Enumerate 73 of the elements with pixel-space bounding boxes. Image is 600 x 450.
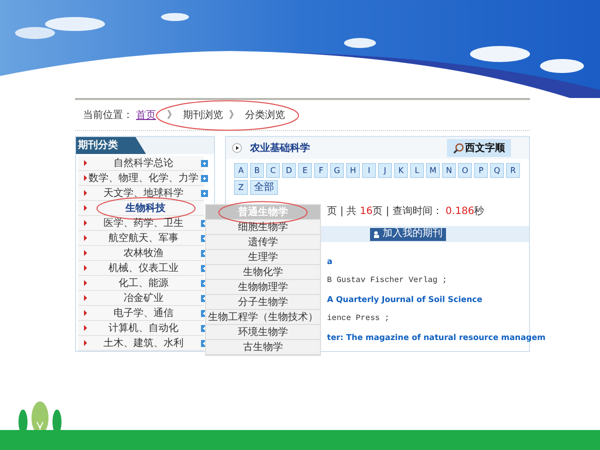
arrow-icon <box>84 250 87 256</box>
letter-button[interactable]: M <box>426 163 440 178</box>
breadcrumb-separator: 》 <box>229 108 239 122</box>
letter-button[interactable]: G <box>330 163 344 178</box>
submenu-item[interactable]: 细胞生物学 <box>206 220 320 235</box>
category-item[interactable]: 电子学、通信 <box>78 306 204 321</box>
arrow-icon <box>84 235 87 241</box>
letter-button[interactable]: J <box>378 163 392 178</box>
sidebar-title: 期刊分类 <box>76 137 146 154</box>
letter-button[interactable]: L <box>410 163 424 178</box>
arrow-icon <box>84 340 87 346</box>
journal-title-link[interactable]: a <box>327 252 332 271</box>
category-item[interactable]: 医学、药学、卫生 <box>78 216 204 231</box>
letter-button[interactable]: R <box>506 163 520 178</box>
category-item[interactable]: 机械、仪表工业 <box>78 261 204 276</box>
add-to-my-journals-button[interactable]: 加入我的期刊 <box>370 228 446 240</box>
letter-button[interactable]: E <box>298 163 312 178</box>
letter-button[interactable]: C <box>266 163 280 178</box>
letter-button[interactable]: 全部 <box>250 180 278 195</box>
category-item[interactable]: 化工、能源 <box>78 276 204 291</box>
letter-button[interactable]: Z <box>234 180 248 195</box>
arrow-icon <box>84 325 87 331</box>
breadcrumb-item: 期刊浏览 <box>183 108 223 122</box>
arrow-icon <box>84 265 87 271</box>
arrow-icon <box>84 295 87 301</box>
category-item[interactable]: 航空航天、军事 <box>78 231 204 246</box>
category-item[interactable]: 农林牧渔 <box>78 246 204 261</box>
letter-button[interactable]: A <box>234 163 248 178</box>
play-icon <box>232 143 242 153</box>
publisher-text: B Gustav Fischer Verlag ; <box>327 275 448 287</box>
breadcrumb-separator: 》 <box>167 108 177 122</box>
submenu-item[interactable]: 分子生物学 <box>206 295 320 310</box>
publisher-text: ience Press ; <box>327 313 390 325</box>
pagination-text: 页 | 共 16页 | 查询时间： 0.186秒 <box>327 204 486 219</box>
category-item[interactable]: 土木、建筑、水利 <box>78 336 204 351</box>
submenu-item[interactable]: 生物工程学（生物技术） <box>206 310 320 325</box>
submenu-item[interactable]: 古生物学 <box>206 340 320 355</box>
breadcrumb-link[interactable]: 首页 <box>136 108 156 122</box>
category-item[interactable]: 计算机、自动化 <box>78 321 204 336</box>
plus-icon[interactable] <box>201 160 208 166</box>
submenu-item[interactable]: 生物物理学 <box>206 280 320 295</box>
category-item[interactable]: 冶金矿业 <box>78 291 204 306</box>
journal-title-link[interactable]: ter: The magazine of natural resource managem <box>327 328 546 347</box>
panel-title: 农业基础科学 <box>250 142 310 156</box>
breadcrumb-item: 分类浏览 <box>245 108 285 122</box>
arrow-icon <box>84 160 87 166</box>
add-icon <box>372 230 380 238</box>
arrow-icon <box>84 205 87 211</box>
search-icon <box>453 142 464 154</box>
letter-button[interactable]: F <box>314 163 328 178</box>
letter-button[interactable]: Q <box>490 163 504 178</box>
letter-button[interactable]: O <box>458 163 472 178</box>
sort-tab[interactable]: 西文字顺 <box>447 139 511 157</box>
arrow-icon <box>84 190 87 196</box>
letter-button[interactable]: K <box>394 163 408 178</box>
submenu-item[interactable]: 生理学 <box>206 250 320 265</box>
journal-title-link[interactable]: A Quarterly Journal of Soil Science <box>327 290 482 309</box>
letter-button[interactable]: B <box>250 163 264 178</box>
arrow-icon <box>84 310 87 316</box>
submenu-item[interactable]: 环境生物学 <box>206 325 320 340</box>
plus-icon[interactable] <box>201 190 208 196</box>
letter-button[interactable]: H <box>346 163 360 178</box>
letter-button[interactable]: I <box>362 163 376 178</box>
arrow-icon <box>84 280 87 286</box>
letter-button[interactable]: N <box>442 163 456 178</box>
submenu-item[interactable]: 遗传学 <box>206 235 320 250</box>
plus-icon[interactable] <box>201 174 208 182</box>
letter-button[interactable]: D <box>282 163 296 178</box>
breadcrumb-label: 当前位置： <box>83 108 133 122</box>
submenu-item[interactable]: 生物化学 <box>206 265 320 280</box>
arrow-icon <box>84 175 87 181</box>
letter-button[interactable]: P <box>474 163 488 178</box>
arrow-icon <box>84 220 87 226</box>
